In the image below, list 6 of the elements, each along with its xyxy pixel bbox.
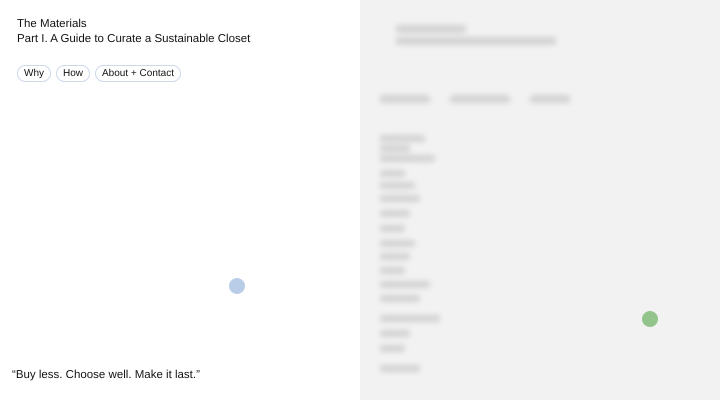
site-title: The Materials: [17, 17, 87, 32]
nav-pill[interactable]: About + Contact: [95, 65, 182, 82]
nav-pill[interactable]: Why: [17, 65, 51, 82]
nav-pill[interactable]: How: [56, 65, 90, 82]
quote: “Buy less. Choose well. Make it last.”: [12, 369, 200, 381]
site-subtitle: Part I. A Guide to Curate a Sustainable Closet: [17, 32, 250, 47]
